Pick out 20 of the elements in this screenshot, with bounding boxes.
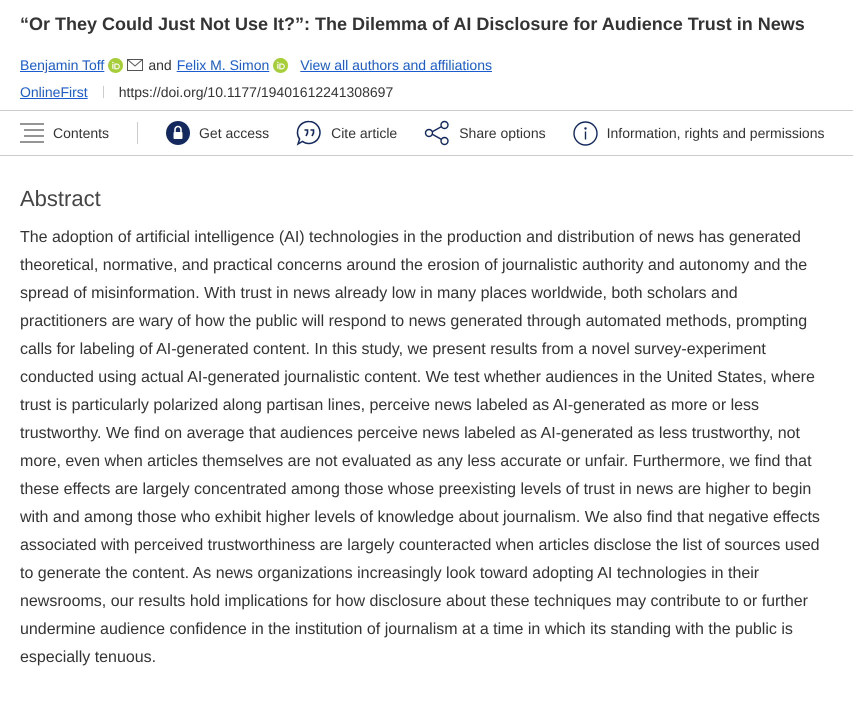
author-link[interactable]: Felix M. Simon xyxy=(176,56,270,74)
abstract-text: The adoption of artificial intelligence (AI) technologies in the production and distribution of news has generated theoretical, normative, and practical concerns around the erosion of journalistic authority and autonomy and the spread of misinformation. With trust in news already low in many places worldwide, both scholars and practitioners are wary of how the public will respond to news generated through automated methods, prompting calls for labeling of AI-generated content. In this study, we present results from a novel survey-experiment conducted using actual AI-generated journalistic content. We test whether audiences in the United States, where trust is particularly polarized along partisan lines, perceive news labeled as AI-generated as more or less trustworthy. We find on average that audiences perceive news labeled as AI-generated as less trustworthy, not more, even when articles themselves are not evaluated as any less accurate or unfair. Furthermore, we find that these effects are largely concentrated among those whose preexisting levels of trust in news are higher to begin with and among those who exhibit higher levels of knowledge about journalism. We also find that negative effects associated with perceived trustworthiness are largely counteracted when articles disclose the list of sources used to generate the content. As news organizations increasingly look toward adopting AI technologies in their newsrooms, our results hold implications for how disclosure about these techniques may contribute to or further undermine audience confidence in the institution of journalism at a time in which its standing with the public is especially tenuous. xyxy=(19,228,821,668)
share-icon[interactable] xyxy=(424,120,450,146)
toolbar-button[interactable]: Get access xyxy=(166,121,270,145)
abstract-heading: Abstract xyxy=(19,186,102,212)
doi-text: https://doi.org/10.1177/19401612241308697 xyxy=(118,83,394,101)
article-title: “Or They Could Just Not Use It?”: The Dilemma of AI Disclosure for Audience Trust in News xyxy=(19,13,806,36)
quote-icon[interactable] xyxy=(296,120,322,146)
menu-icon[interactable] xyxy=(20,123,44,143)
mail-icon[interactable] xyxy=(127,59,144,71)
toolbar-button[interactable]: Cite article xyxy=(296,120,398,146)
toolbar-button[interactable]: Information, rights and permissions xyxy=(572,120,824,146)
info-icon[interactable] xyxy=(572,120,598,146)
authors-affiliations-link[interactable]: View all authors and affiliations xyxy=(300,56,492,74)
toolbar-button[interactable]: Contents xyxy=(20,122,110,144)
author-joiner: and xyxy=(148,56,172,74)
lock-icon[interactable] xyxy=(166,121,190,145)
toolbar-button[interactable]: Share options xyxy=(424,120,546,146)
author-link[interactable]: Benjamin Toff xyxy=(20,56,104,74)
online-first-link[interactable]: OnlineFirst xyxy=(20,83,88,101)
